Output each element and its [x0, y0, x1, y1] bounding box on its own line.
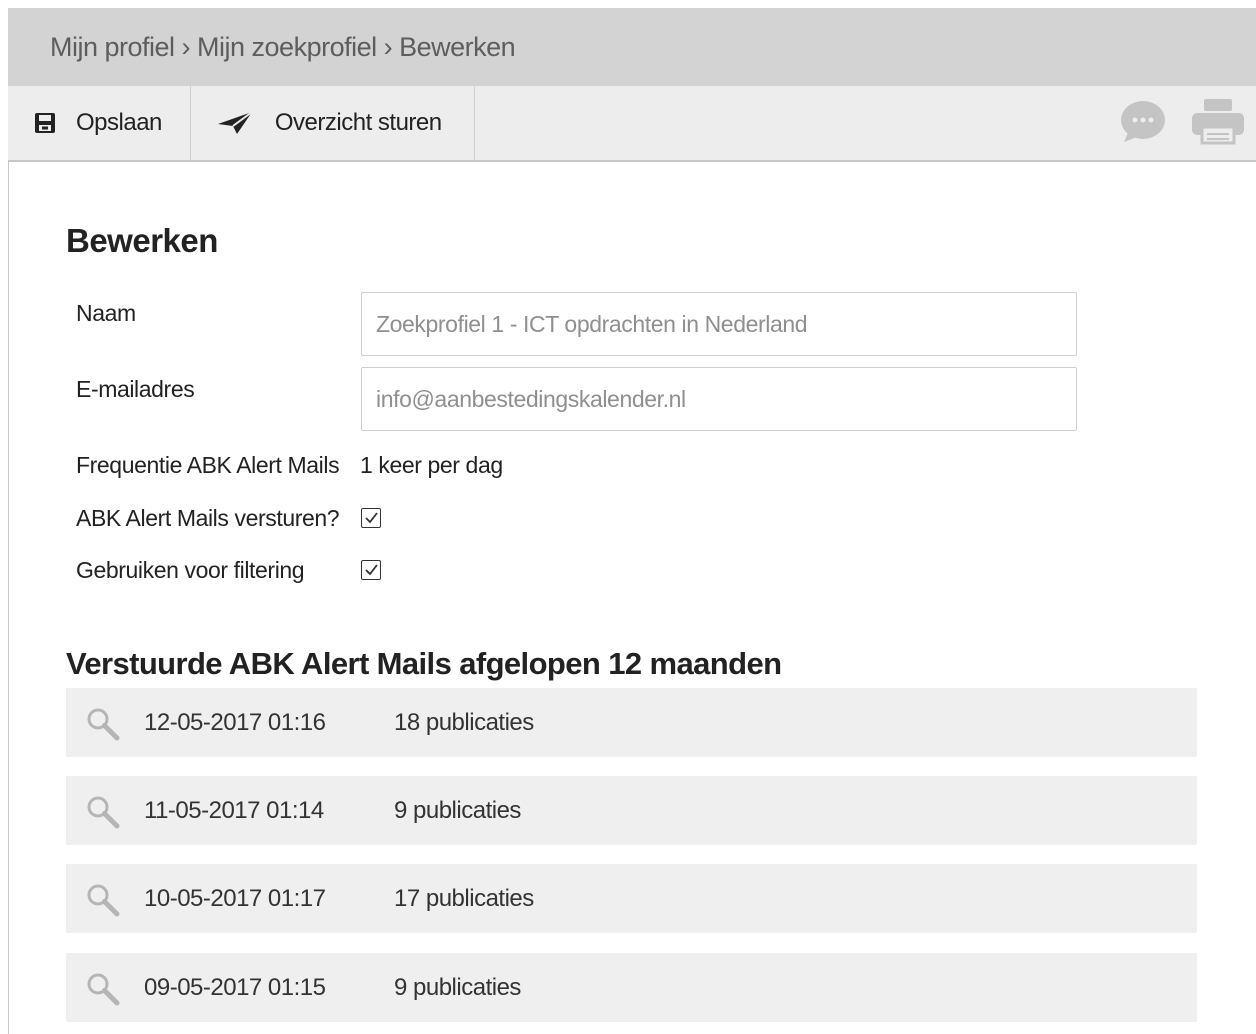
mail-date: 12-05-2017 01:16 — [144, 708, 326, 736]
mail-date: 09-05-2017 01:15 — [144, 973, 326, 1001]
name-label: Naam — [76, 300, 136, 326]
search-icon — [86, 883, 120, 922]
checkmark-icon — [365, 512, 378, 524]
mail-publication-count: 9 publicaties — [394, 796, 521, 824]
checkmark-icon — [365, 564, 378, 576]
name-field[interactable]: Zoekprofiel 1 - ICT opdrachten in Nederl… — [361, 292, 1077, 356]
email-field[interactable]: info@aanbestedingskalender.nl — [361, 367, 1077, 431]
breadcrumb: Mijn profiel › Mijn zoekprofiel › Bewerk… — [8, 8, 1256, 86]
search-icon — [86, 795, 120, 834]
mail-date: 11-05-2017 01:14 — [144, 796, 324, 824]
mail-list-item[interactable]: 12-05-2017 01:16 18 publicaties — [66, 688, 1197, 757]
mail-list-item[interactable]: 09-05-2017 01:15 9 publicaties — [66, 953, 1197, 1022]
send-overview-button[interactable]: Overzicht sturen — [191, 86, 475, 160]
send-alerts-label: ABK Alert Mails versturen? — [76, 505, 340, 531]
toolbar-actions — [1120, 86, 1256, 160]
search-icon — [86, 972, 120, 1011]
print-icon[interactable] — [1190, 97, 1246, 150]
frequency-label: Frequentie ABK Alert Mails — [76, 452, 340, 478]
mail-publication-count: 18 publicaties — [394, 708, 534, 736]
toolbar: Opslaan Overzicht sturen — [8, 86, 1256, 162]
email-label: E-mailadres — [76, 376, 195, 402]
search-icon — [86, 707, 120, 746]
mail-list-item[interactable]: 11-05-2017 01:14 9 publicaties — [66, 776, 1197, 845]
chat-icon[interactable] — [1120, 99, 1166, 148]
save-icon — [34, 112, 56, 134]
page-title: Bewerken — [66, 222, 218, 259]
mail-publication-count: 17 publicaties — [394, 884, 534, 912]
send-alerts-checkbox[interactable] — [361, 508, 381, 528]
save-label: Opslaan — [76, 109, 162, 136]
send-icon — [217, 111, 253, 135]
mail-publication-count: 9 publicaties — [394, 973, 521, 1001]
sent-mails-title: Verstuurde ABK Alert Mails afgelopen 12 … — [66, 646, 782, 681]
breadcrumb-text: Mijn profiel › Mijn zoekprofiel › Bewerk… — [50, 31, 516, 62]
frequency-value: 1 keer per dag — [360, 452, 503, 478]
save-button[interactable]: Opslaan — [8, 86, 191, 160]
mail-list-item[interactable]: 10-05-2017 01:17 17 publicaties — [66, 864, 1197, 933]
filter-label: Gebruiken voor filtering — [76, 557, 305, 583]
send-overview-label: Overzicht sturen — [274, 109, 442, 136]
filter-checkbox[interactable] — [361, 560, 381, 580]
mail-date: 10-05-2017 01:17 — [144, 884, 326, 912]
